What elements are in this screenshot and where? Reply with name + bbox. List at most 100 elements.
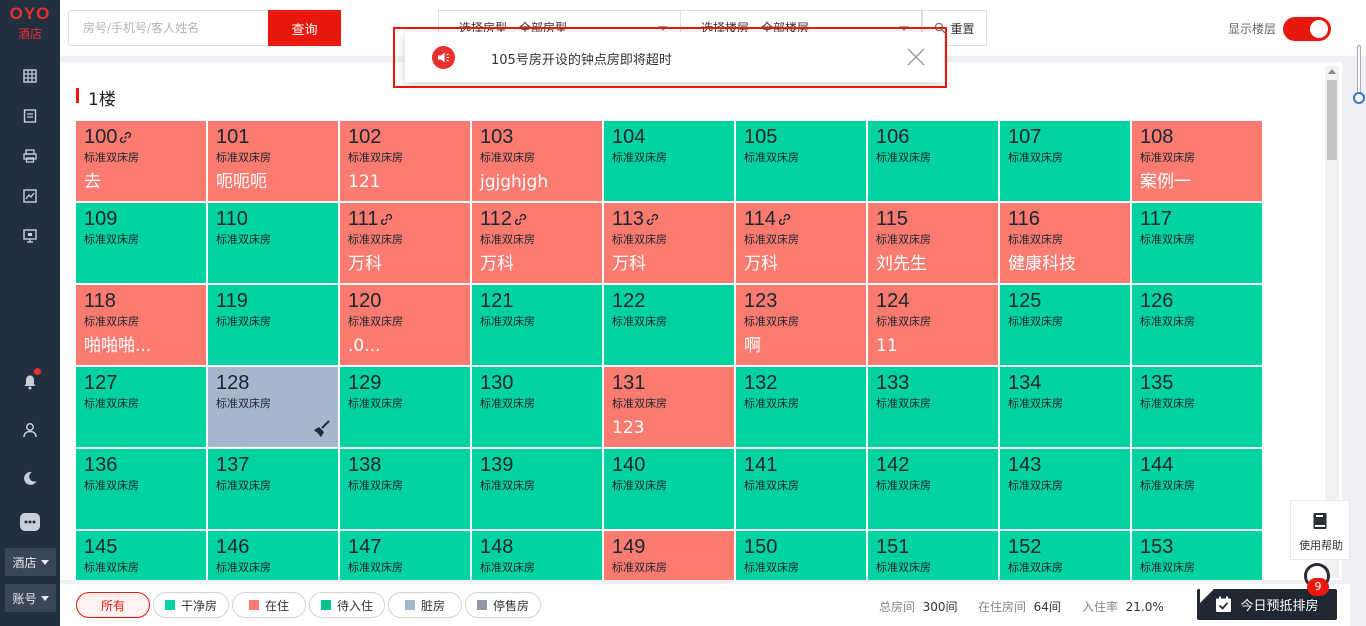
room-card-135[interactable]: 135 标准双床房 [1132, 367, 1262, 447]
room-card-142[interactable]: 142 标准双床房 [868, 449, 998, 529]
room-number: 113 [612, 207, 734, 231]
room-card-132[interactable]: 132 标准双床房 [736, 367, 866, 447]
room-card-100[interactable]: 100 标准双床房去 [76, 121, 206, 201]
guest-name: 去 [84, 172, 101, 192]
room-card-103[interactable]: 103 标准双床房 jgjghjgh [472, 121, 602, 201]
room-card-136[interactable]: 136 标准双床房 [76, 449, 206, 529]
room-card-145[interactable]: 145 标准双床房 [76, 531, 206, 580]
room-card-105[interactable]: 105 标准双床房 [736, 121, 866, 201]
room-card-117[interactable]: 117 标准双床房 [1132, 203, 1262, 283]
room-card-147[interactable]: 147 标准双床房 [340, 531, 470, 580]
room-card-150[interactable]: 150 标准双床房 [736, 531, 866, 580]
room-card-140[interactable]: 140 标准双床房 [604, 449, 734, 529]
room-card-116[interactable]: 116 标准双床房 健康科技 [1000, 203, 1130, 283]
room-card-134[interactable]: 134 标准双床房 [1000, 367, 1130, 447]
room-card-148[interactable]: 148 标准双床房 [472, 531, 602, 580]
help-button[interactable]: 使用帮助 [1290, 500, 1350, 560]
stat-occupied-rooms: 在住房间 64间 [978, 598, 1061, 615]
scrollbar-thumb[interactable] [1327, 80, 1337, 160]
filter-chip-offsale[interactable]: 停售房 [465, 592, 541, 618]
filter-chip-clean[interactable]: 干净房 [153, 592, 229, 618]
room-card-130[interactable]: 130 标准双床房 [472, 367, 602, 447]
room-card-120[interactable]: 120 标准双床房 .0... [340, 285, 470, 365]
bell-icon[interactable] [20, 372, 40, 392]
room-type: 标准双床房 [84, 315, 139, 328]
room-card-118[interactable]: 118 标准双床房 啪啪啪... [76, 285, 206, 365]
room-type: 标准双床房 [876, 233, 931, 246]
room-card-151[interactable]: 151 标准双床房 [868, 531, 998, 580]
list-icon[interactable] [20, 106, 40, 126]
search-button[interactable]: 查询 [268, 10, 341, 46]
room-card-131[interactable]: 131 标准双床房 123 [604, 367, 734, 447]
room-type: 标准双床房 [216, 151, 271, 164]
help-label: 使用帮助 [1299, 539, 1343, 552]
room-card-126[interactable]: 126 标准双床房 [1132, 285, 1262, 365]
filter-chip-pending[interactable]: 待入住 [309, 592, 385, 618]
room-card-152[interactable]: 152 标准双床房 [1000, 531, 1130, 580]
room-card-133[interactable]: 133 标准双床房 [868, 367, 998, 447]
monitor-icon[interactable] [20, 226, 40, 246]
room-card-112[interactable]: 112 标准双床房 万科 [472, 203, 602, 283]
room-card-114[interactable]: 114 标准双床房 万科 [736, 203, 866, 283]
room-card-111[interactable]: 111 标准双床房 万科 [340, 203, 470, 283]
room-card-124[interactable]: 124 标准双床房 11 [868, 285, 998, 365]
show-floor-toggle[interactable] [1283, 17, 1331, 41]
room-card-137[interactable]: 137 标准双床房 [208, 449, 338, 529]
room-card-139[interactable]: 139 标准双床房 [472, 449, 602, 529]
moon-icon[interactable] [20, 468, 40, 488]
room-number-text: 130 [480, 372, 514, 394]
filter-chip-all[interactable]: 所有 [76, 592, 150, 618]
room-card-149[interactable]: 149 标准双床房 [604, 531, 734, 580]
room-card-101[interactable]: 101 标准双床房 呃呃呃 [208, 121, 338, 201]
room-card-102[interactable]: 102 标准双床房 121 [340, 121, 470, 201]
room-card-110[interactable]: 110 标准双床房 [208, 203, 338, 283]
room-card-106[interactable]: 106 标准双床房 [868, 121, 998, 201]
guest-name: 刘先生 [876, 254, 927, 274]
room-card-113[interactable]: 113 标准双床房 万科 [604, 203, 734, 283]
room-number: 139 [480, 453, 602, 477]
room-card-115[interactable]: 115 标准双床房 刘先生 [868, 203, 998, 283]
room-type: 标准双床房 [348, 479, 403, 492]
room-type: 标准双床房 [744, 479, 799, 492]
room-card-119[interactable]: 119 标准双床房 [208, 285, 338, 365]
hotel-menu-button[interactable]: 酒店 [5, 548, 56, 576]
room-card-141[interactable]: 141 标准双床房 [736, 449, 866, 529]
room-card-143[interactable]: 143 标准双床房 [1000, 449, 1130, 529]
room-type: 标准双床房 [1140, 315, 1195, 328]
room-card-129[interactable]: 129 标准双床房 [340, 367, 470, 447]
room-card-153[interactable]: 153 标准双床房 [1132, 531, 1262, 580]
room-card-121[interactable]: 121 标准双床房 [472, 285, 602, 365]
grid-icon[interactable] [20, 66, 40, 86]
room-type: 标准双床房 [744, 397, 799, 410]
room-number-text: 112 [480, 208, 512, 230]
room-card-138[interactable]: 138 标准双床房 [340, 449, 470, 529]
room-card-109[interactable]: 109 标准双床房 [76, 203, 206, 283]
stat-label: 入住率 [1082, 600, 1119, 614]
room-card-104[interactable]: 104 标准双床房 [604, 121, 734, 201]
room-card-144[interactable]: 144 标准双床房 [1132, 449, 1262, 529]
user-icon[interactable] [20, 420, 40, 440]
show-floor-label: 显示楼层 [1228, 22, 1277, 36]
room-card-125[interactable]: 125 标准双床房 [1000, 285, 1130, 365]
image-icon[interactable] [20, 186, 40, 206]
chevron-down-icon [40, 595, 49, 601]
room-card-108[interactable]: 108 标准双床房 案例一 [1132, 121, 1262, 201]
filter-chip-dirty[interactable]: 脏房 [388, 592, 462, 618]
link-icon [381, 213, 393, 225]
page-scroll-handle[interactable] [1353, 92, 1365, 104]
printer-icon[interactable] [20, 146, 40, 166]
account-menu-button[interactable]: 账号 [5, 584, 56, 612]
room-card-107[interactable]: 107 标准双床房 [1000, 121, 1130, 201]
search-input[interactable] [68, 10, 268, 46]
scroll-up-arrow-icon[interactable] [1328, 69, 1336, 74]
room-card-122[interactable]: 122 标准双床房 [604, 285, 734, 365]
page-scrollbar[interactable] [1352, 40, 1366, 626]
chat-icon[interactable] [18, 510, 42, 534]
room-card-127[interactable]: 127 标准双床房 [76, 367, 206, 447]
room-card-146[interactable]: 146 标准双床房 [208, 531, 338, 580]
brand-logo[interactable]: OYO 酒店 [0, 0, 60, 50]
filter-chip-occupied[interactable]: 在住 [232, 592, 306, 618]
room-card-123[interactable]: 123 标准双床房啊 [736, 285, 866, 365]
room-type: 标准双床房 [876, 315, 931, 328]
room-card-128[interactable]: 128 标准双床房 [208, 367, 338, 447]
